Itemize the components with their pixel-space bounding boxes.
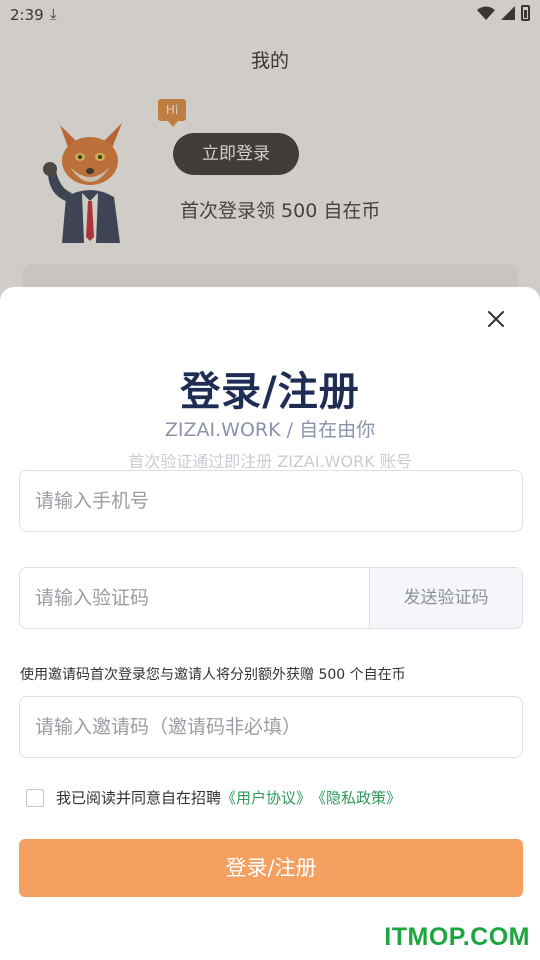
sheet-title: 登录/注册 [180,369,360,415]
close-icon [488,311,504,327]
login-sheet: 登录/注册 ZIZAI.WORK / 自在由你 首次验证通过即注册 ZIZAI.… [0,287,540,960]
user-agreement-link[interactable]: 《用户协议》 [221,787,311,808]
phone-input[interactable] [20,471,522,531]
invite-code-input[interactable] [20,697,522,757]
login-register-button[interactable]: 登录/注册 [19,839,523,897]
close-button[interactable] [484,307,508,331]
invite-hint: 使用邀请码首次登录您与邀请人将分别额外获赠 500 个自在币 [20,667,406,683]
agreement-checkbox[interactable] [26,788,44,807]
register-hint: 首次验证通过即注册 ZIZAI.WORK 账号 [128,452,412,471]
agreement-row: 我已阅读并同意自在招聘 《用户协议》 《隐私政策》 [26,787,401,808]
site-watermark: ITMOP.COM [384,923,530,951]
agreement-text: 我已阅读并同意自在招聘 [56,789,222,807]
phone-field[interactable] [19,470,523,532]
verification-code-field[interactable]: 发送验证码 [19,567,523,629]
privacy-policy-link[interactable]: 《隐私政策》 [311,787,401,808]
invite-code-field[interactable] [19,696,523,758]
sheet-subtitle: ZIZAI.WORK / 自在由你 [164,419,376,441]
verification-code-input[interactable] [20,568,370,628]
send-code-button[interactable]: 发送验证码 [369,568,522,628]
